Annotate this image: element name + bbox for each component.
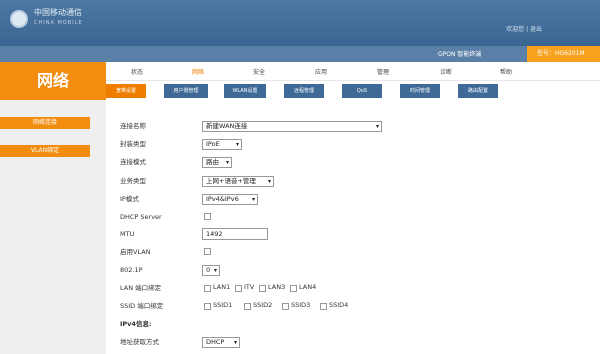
- menu-item-diagnose[interactable]: 诊断: [440, 67, 452, 76]
- lan3-checkbox[interactable]: [259, 285, 266, 292]
- lan4-label: LAN4: [299, 283, 317, 291]
- ipmode-label: IP模式: [120, 195, 139, 203]
- ipv4-section-title: IPv4信息:: [120, 320, 152, 328]
- ssid4-label: SSID4: [329, 301, 349, 309]
- tab-qos[interactable]: QoS: [342, 84, 382, 98]
- tab-time[interactable]: 时间管理: [400, 84, 440, 98]
- menu-item-apps[interactable]: 应用: [315, 67, 327, 76]
- lan3-label: LAN3: [268, 283, 286, 291]
- ssid2-label: SSID2: [253, 301, 273, 309]
- menu-item-network[interactable]: 网络: [192, 67, 204, 76]
- dhcp-server-checkbox[interactable]: [204, 213, 211, 220]
- ssid4-checkbox[interactable]: [320, 303, 327, 310]
- p8021-select[interactable]: 0: [202, 265, 220, 276]
- mtu-label: MTU: [120, 230, 135, 238]
- menu-item-manage[interactable]: 管理: [377, 67, 389, 76]
- tab-remote[interactable]: 远程管理: [284, 84, 324, 98]
- top-header: [0, 0, 600, 46]
- model-label: 型号：HG6201M: [527, 46, 600, 62]
- conn-mode-label: 连接模式: [120, 158, 146, 166]
- gpon-bar: [0, 46, 600, 62]
- china-mobile-logo-icon: [10, 10, 28, 28]
- lan-bind-label: LAN 端口绑定: [120, 284, 162, 292]
- ssid1-label: SSID1: [213, 301, 233, 309]
- conn-name-select[interactable]: 新建WAN连接: [202, 121, 382, 132]
- addr-method-select[interactable]: DHCP: [202, 337, 240, 348]
- section-brand: 网络: [0, 62, 106, 100]
- sub-menu: 宽带设置 用户侧管理 WLAN设置 远程管理 QoS 时间管理 路由配置: [106, 82, 600, 100]
- logo-cn: 中国移动通信: [34, 8, 82, 17]
- vlan-checkbox[interactable]: [204, 248, 211, 255]
- sidebar-item-vlan-bind[interactable]: VLAN绑定: [0, 145, 90, 157]
- ssid-bind-label: SSID 端口绑定: [120, 302, 164, 310]
- menu-item-security[interactable]: 安全: [253, 67, 265, 76]
- ipmode-select[interactable]: IPv4&IPv6: [202, 194, 258, 205]
- encap-select[interactable]: IPoE: [202, 139, 242, 150]
- vlan-label: 启用VLAN: [120, 248, 151, 256]
- tab-broadband[interactable]: 宽带设置: [106, 84, 146, 98]
- logo-text: 中国移动通信 CHINA MOBILE: [34, 8, 83, 28]
- service-label: 业务类型: [120, 177, 146, 185]
- p8021-label: 802.1P: [120, 266, 143, 274]
- itv-label: ITV: [244, 283, 255, 291]
- itv-checkbox[interactable]: [235, 285, 242, 292]
- ssid1-checkbox[interactable]: [204, 303, 211, 310]
- logo-en: CHINA MOBILE: [34, 20, 83, 26]
- lan1-checkbox[interactable]: [204, 285, 211, 292]
- ssid3-label: SSID3: [291, 301, 311, 309]
- tab-wlan[interactable]: WLAN设置: [224, 84, 266, 98]
- gpon-label: GPON 智能终端: [438, 51, 482, 58]
- sidebar-item-network-conn[interactable]: 网络连接: [0, 117, 90, 129]
- tab-routing[interactable]: 路由配置: [458, 84, 498, 98]
- lan1-label: LAN1: [213, 283, 231, 291]
- dhcp-server-label: DHCP Server: [120, 213, 162, 221]
- ssid2-checkbox[interactable]: [244, 303, 251, 310]
- service-select[interactable]: 上网+语音+管理: [202, 176, 274, 187]
- mtu-input[interactable]: 1492: [202, 228, 268, 240]
- main-menu: 状态 网络 安全 应用 管理 诊断 帮助: [106, 62, 600, 81]
- sidebar: 网络连接 VLAN绑定: [0, 100, 106, 354]
- lan4-checkbox[interactable]: [290, 285, 297, 292]
- conn-name-label: 连接名称: [120, 122, 146, 130]
- addr-method-label: 地址获取方式: [120, 338, 159, 346]
- conn-mode-select[interactable]: 路由: [202, 157, 232, 168]
- menu-item-help[interactable]: 帮助: [500, 67, 512, 76]
- user-links[interactable]: 欢迎您 | 退出: [506, 24, 542, 33]
- encap-label: 封装类型: [120, 140, 146, 148]
- wan-form: 连接名称 新建WAN连接 封装类型 IPoE 连接模式 路由 业务类型 上网+语…: [106, 100, 600, 354]
- tab-user-side[interactable]: 用户侧管理: [164, 84, 208, 98]
- menu-item-status[interactable]: 状态: [131, 67, 143, 76]
- ssid3-checkbox[interactable]: [282, 303, 289, 310]
